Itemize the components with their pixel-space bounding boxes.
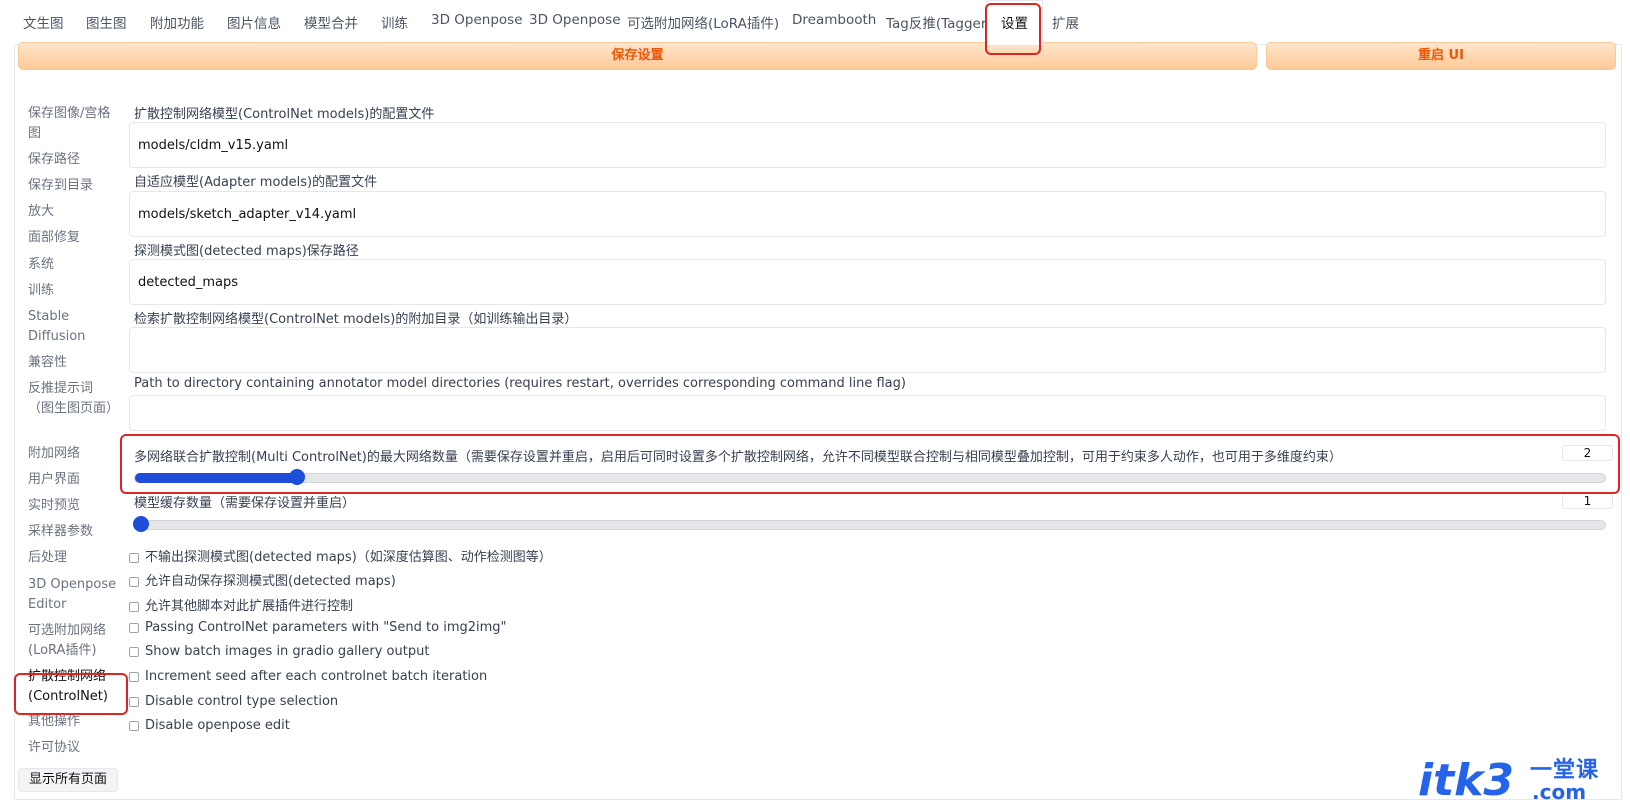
model-cache-number[interactable]: 1 <box>1562 493 1613 509</box>
sidebar-item-interrogate[interactable]: 反推提示词（图生图页面） <box>28 379 119 419</box>
tab-dreambooth[interactable]: Dreambooth <box>792 12 876 28</box>
sidebar-item-training[interactable]: 训练 <box>28 281 118 301</box>
checkbox-label: Show batch images in gradio gallery outp… <box>145 644 430 659</box>
checkbox-allow-script-control[interactable]: 允许其他脚本对此扩展插件进行控制 <box>129 595 353 614</box>
tab-lora-network[interactable]: 可选附加网络(LoRA插件) <box>627 12 779 32</box>
checkbox-disable-control-type[interactable]: Disable control type selection <box>129 694 338 709</box>
checkbox-label: Disable openpose edit <box>145 718 290 733</box>
tab-3d-openpose-1[interactable]: 3D Openpose <box>431 12 523 28</box>
checkbox-box[interactable] <box>129 646 139 657</box>
tab-bar: 文生图 图生图 附加功能 图片信息 模型合并 训练 3D Openpose 3D… <box>0 0 1630 45</box>
checkbox-batch-gallery[interactable]: Show batch images in gradio gallery outp… <box>129 644 429 659</box>
controlnet-config-label: 扩散控制网络模型(ControlNet models)的配置文件 <box>134 107 435 122</box>
sidebar-item-stable-diffusion[interactable]: Stable Diffusion <box>28 307 98 347</box>
checkbox-box[interactable] <box>129 696 139 707</box>
sidebar-item-sampler-parameters[interactable]: 采样器参数 <box>28 522 118 542</box>
checkbox-autosave-detected-maps[interactable]: 允许自动保存探测模式图(detected maps) <box>129 570 396 589</box>
model-cache-slider[interactable] <box>133 516 1606 532</box>
model-cache-slider-thumb[interactable] <box>133 516 149 532</box>
checkbox-send-to-img2img[interactable]: Passing ControlNet parameters with "Send… <box>129 620 507 635</box>
checkbox-box[interactable] <box>129 552 139 563</box>
sidebar-item-save-images[interactable]: 保存图像/宫格图 <box>28 104 118 144</box>
checkbox-label: 允许其他脚本对此扩展插件进行控制 <box>145 599 354 614</box>
extra-models-dir-input[interactable] <box>129 327 1606 373</box>
controlnet-config-input[interactable] <box>129 122 1606 168</box>
sidebar-item-lora-network[interactable]: 可选附加网络(LoRA插件) <box>28 621 118 661</box>
controlnet-sidebar-highlight <box>14 673 128 715</box>
sidebar-item-postprocessing[interactable]: 后处理 <box>28 548 118 568</box>
multi-controlnet-highlight <box>120 434 1620 494</box>
checkbox-box[interactable] <box>129 601 139 612</box>
adapter-config-input[interactable] <box>129 191 1606 237</box>
tab-img2img[interactable]: 图生图 <box>86 12 127 32</box>
tab-png-info[interactable]: 图片信息 <box>227 12 281 32</box>
sidebar-item-save-to-dirs[interactable]: 保存到目录 <box>28 176 118 196</box>
detected-maps-path-label: 探测模式图(detected maps)保存路径 <box>134 244 359 259</box>
sidebar-item-face-restoration[interactable]: 面部修复 <box>28 228 118 248</box>
annotator-dir-label: Path to directory containing annotator m… <box>134 376 906 391</box>
show-all-pages-button[interactable]: 显示所有页面 <box>18 768 118 792</box>
tab-train[interactable]: 训练 <box>381 12 408 32</box>
sidebar-item-user-interface[interactable]: 用户界面 <box>28 470 118 490</box>
watermark-brand: itk3 <box>1418 755 1514 806</box>
sidebar-item-3d-openpose-editor[interactable]: 3D Openpose Editor <box>28 575 118 615</box>
itk3-watermark-logo: itk3 一堂课 .com <box>1418 755 1618 807</box>
settings-tab-highlight <box>985 3 1041 55</box>
checkbox-no-detected-maps[interactable]: 不输出探测模式图(detected maps)（如深度估算图、动作检测图等） <box>129 546 552 565</box>
sidebar-item-system[interactable]: 系统 <box>28 255 118 275</box>
sidebar-item-other-actions[interactable]: 其他操作 <box>28 712 118 732</box>
sidebar-item-save-paths[interactable]: 保存路径 <box>28 150 118 170</box>
annotator-dir-input[interactable] <box>129 395 1606 431</box>
tab-extras[interactable]: 附加功能 <box>150 12 204 32</box>
sidebar-item-upscaling[interactable]: 放大 <box>28 202 118 222</box>
checkbox-disable-openpose-edit[interactable]: Disable openpose edit <box>129 718 290 733</box>
tab-txt2img[interactable]: 文生图 <box>23 12 64 32</box>
detected-maps-path-input[interactable] <box>129 259 1606 305</box>
extra-models-dir-label: 检索扩散控制网络模型(ControlNet models)的附加目录（如训练输出… <box>134 312 578 327</box>
checkbox-label: 允许自动保存探测模式图(detected maps) <box>145 574 396 589</box>
tab-extensions[interactable]: 扩展 <box>1052 12 1079 32</box>
checkbox-increment-seed[interactable]: Increment seed after each controlnet bat… <box>129 669 487 684</box>
tab-tagger[interactable]: Tag反推(Tagger) <box>886 12 992 32</box>
adapter-config-label: 自适应模型(Adapter models)的配置文件 <box>134 175 378 190</box>
checkbox-label: Increment seed after each controlnet bat… <box>145 669 488 684</box>
watermark-domain: .com <box>1532 780 1587 804</box>
checkbox-box[interactable] <box>129 720 139 731</box>
checkbox-box[interactable] <box>129 671 139 682</box>
sidebar-item-live-preview[interactable]: 实时预览 <box>28 496 118 516</box>
tab-3d-openpose-2[interactable]: 3D Openpose <box>529 12 621 28</box>
checkbox-label: Passing ControlNet parameters with "Send… <box>145 620 507 635</box>
checkbox-box[interactable] <box>129 622 139 633</box>
sidebar-item-extra-networks[interactable]: 附加网络 <box>28 444 118 464</box>
sidebar-item-compatibility[interactable]: 兼容性 <box>28 353 118 373</box>
model-cache-label: 模型缓存数量（需要保存设置并重启） <box>134 496 356 511</box>
checkbox-label: 不输出探测模式图(detected maps)（如深度估算图、动作检测图等） <box>145 550 552 565</box>
checkbox-label: Disable control type selection <box>145 694 339 709</box>
checkbox-box[interactable] <box>129 576 139 587</box>
tab-checkpoint-merger[interactable]: 模型合并 <box>304 12 358 32</box>
sidebar-item-licenses[interactable]: 许可协议 <box>28 738 118 758</box>
restart-ui-button[interactable]: 重启 UI <box>1266 42 1616 70</box>
save-settings-button[interactable]: 保存设置 <box>18 42 1257 70</box>
